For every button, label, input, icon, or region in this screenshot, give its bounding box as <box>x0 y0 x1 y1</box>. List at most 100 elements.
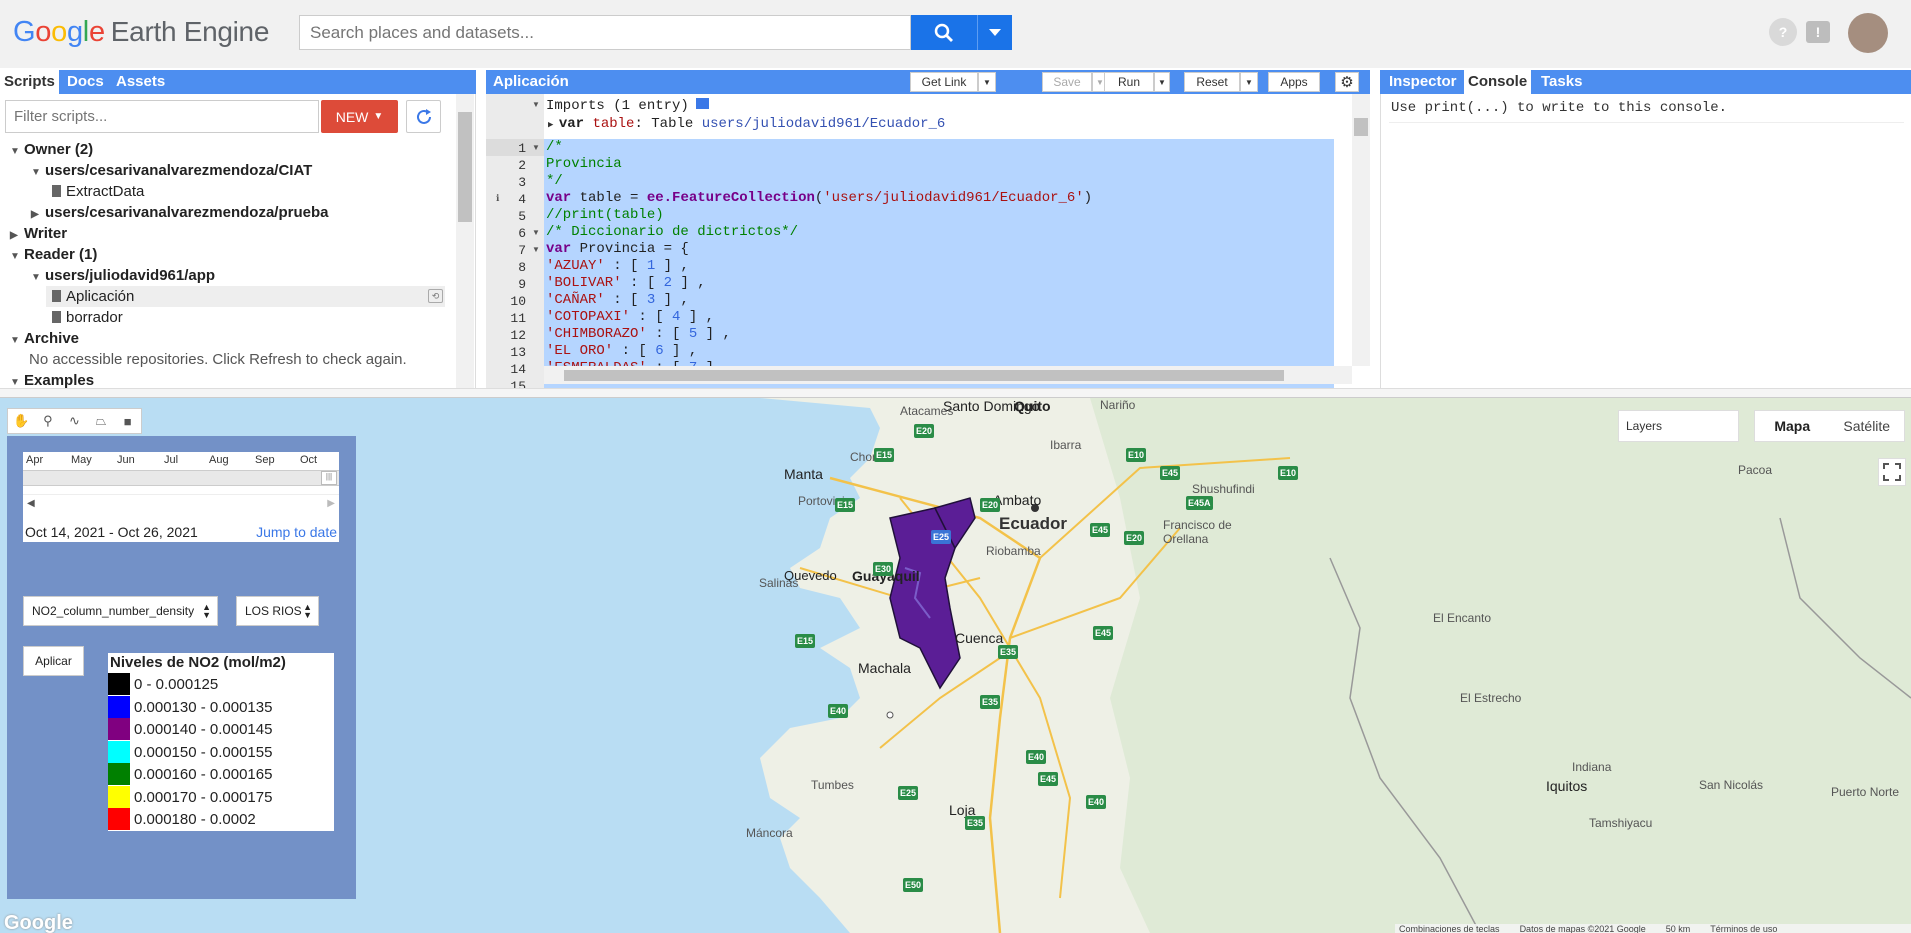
fold-icon[interactable]: ▼ <box>532 245 540 254</box>
jump-to-date-link[interactable]: Jump to date <box>256 524 337 540</box>
map-type-satellite[interactable]: Satélite <box>1830 411 1905 441</box>
search-button[interactable] <box>911 15 977 50</box>
save-button[interactable]: Save <box>1042 72 1092 92</box>
tree-owner[interactable]: ▼ Owner (2) <box>10 139 93 160</box>
fold-icon[interactable]: ▼ <box>532 228 540 237</box>
code-line[interactable]: */ <box>546 173 563 189</box>
caret-down-icon: ▼ <box>1158 77 1166 87</box>
code-line[interactable]: 'COTOPAXI' : [ 4 ] , <box>546 309 714 325</box>
date-slider[interactable]: Apr May Jun Jul Aug Sep Oct ||| ◀ ▶ Oct … <box>23 452 339 542</box>
avatar[interactable] <box>1848 13 1888 53</box>
tab-assets[interactable]: Assets <box>112 70 169 94</box>
filter-scripts-input[interactable] <box>5 100 319 133</box>
code-line[interactable]: var Provincia = { <box>546 241 689 257</box>
map-label-ibarra: Ibarra <box>1050 438 1082 452</box>
tree-file-extractdata[interactable]: ExtractData <box>52 181 144 202</box>
band-select[interactable]: NO2_column_number_density ▲ ▼ <box>23 596 218 626</box>
editor-vertical-scrollbar[interactable] <box>1352 94 1370 366</box>
tree-reader[interactable]: ▼ Reader (1) <box>10 244 97 265</box>
code-line[interactable]: Provincia <box>546 156 622 172</box>
editor-horizontal-scrollbar[interactable] <box>544 366 1352 384</box>
settings-button[interactable]: ⚙ <box>1335 72 1359 92</box>
apps-button[interactable]: Apps <box>1268 72 1320 92</box>
highway-marker: E25 <box>931 530 952 544</box>
new-script-button[interactable]: NEW ▼ <box>321 100 398 133</box>
get-link-button[interactable]: Get Link <box>910 72 978 92</box>
province-select[interactable]: LOS RIOS ▲ ▼ <box>236 596 319 626</box>
run-button[interactable]: Run <box>1104 72 1154 92</box>
scrollbar-thumb[interactable] <box>1354 118 1368 136</box>
code-editor[interactable]: Imports (1 entry) ▼ ▶ var table: Table u… <box>486 94 1370 388</box>
history-icon[interactable]: ⟲ <box>428 289 443 303</box>
imports-header[interactable]: Imports (1 entry) <box>546 98 709 114</box>
terms-link[interactable]: Términos de uso <box>1710 924 1777 933</box>
apply-button[interactable]: Aplicar <box>23 646 84 676</box>
fullscreen-button[interactable] <box>1878 458 1906 486</box>
search-dropdown-button[interactable] <box>977 15 1012 50</box>
timeline-scroll-left[interactable]: ◀ <box>27 498 35 509</box>
pan-hand-icon[interactable]: ✋ <box>8 409 35 433</box>
feedback-icon[interactable]: ! <box>1806 21 1830 43</box>
code-line[interactable]: //print(table) <box>546 207 664 223</box>
scrollbar-thumb[interactable] <box>564 370 1284 381</box>
scrollbar-thumb[interactable] <box>458 112 472 222</box>
code-line[interactable]: 'BOLIVAR' : [ 2 ] , <box>546 275 706 291</box>
search-input[interactable] <box>300 16 910 49</box>
tree-repo-app[interactable]: ▼ users/juliodavid961/app <box>31 265 215 286</box>
tree-file-aplicacion[interactable]: Aplicación ⟲ <box>46 286 445 307</box>
code-line[interactable]: 'AZUAY' : [ 1 ] , <box>546 258 689 274</box>
refresh-button[interactable] <box>406 100 441 133</box>
line-icon[interactable]: ∿ <box>61 409 88 433</box>
highway-marker: E35 <box>965 816 986 830</box>
timeline-handle[interactable]: ||| <box>321 471 337 485</box>
tree-archive[interactable]: ▼ Archive <box>10 328 79 349</box>
marker-icon[interactable]: ⚲ <box>35 409 62 433</box>
reset-dropdown[interactable]: ▼ <box>1240 72 1258 92</box>
panel-splitter[interactable] <box>0 388 1911 398</box>
layers-button[interactable]: Layers <box>1618 410 1739 442</box>
code-line[interactable]: /* Diccionario de dictrictos*/ <box>546 224 798 240</box>
map-type-map[interactable]: Mapa <box>1755 411 1830 441</box>
caret-down-icon: ▼ <box>1245 77 1253 87</box>
reset-button[interactable]: Reset <box>1184 72 1240 92</box>
timeline-scroll-right[interactable]: ▶ <box>327 498 335 509</box>
tree-writer[interactable]: ▶ Writer <box>10 223 67 244</box>
code-line[interactable]: /* <box>546 139 563 155</box>
keyboard-shortcuts-link[interactable]: Combinaciones de teclas <box>1399 924 1500 933</box>
timeline-track[interactable] <box>23 470 339 486</box>
tab-inspector[interactable]: Inspector <box>1385 70 1461 94</box>
tab-console[interactable]: Console <box>1464 70 1532 94</box>
code-line[interactable]: 'EL ORO' : [ 6 ] , <box>546 343 697 359</box>
caret-down-icon <box>989 28 1001 36</box>
scripts-scrollbar[interactable] <box>456 94 474 388</box>
highway-marker: E10 <box>1278 466 1299 480</box>
search-box[interactable] <box>299 15 911 50</box>
tree-file-borrador[interactable]: borrador <box>52 307 123 328</box>
console-message: Use print(...) to write to this console. <box>1391 100 1728 116</box>
map-view[interactable]: Ecuador Quito Guayaquil Cuenca Santo Dom… <box>0 398 1911 933</box>
imports-doc-icon[interactable] <box>695 98 709 109</box>
legend-item: 0.000130 - 0.000135 <box>108 696 272 718</box>
collapse-icon[interactable]: ▼ <box>532 100 540 109</box>
fold-icon[interactable]: ▼ <box>532 143 540 152</box>
run-dropdown[interactable]: ▼ <box>1154 72 1170 92</box>
timeline-month: May <box>71 454 92 466</box>
get-link-dropdown[interactable]: ▼ <box>978 72 996 92</box>
rectangle-icon[interactable]: ■ <box>114 409 141 433</box>
map-label-salinas: Salinas <box>759 576 799 590</box>
polygon-icon[interactable]: ⏢ <box>88 409 115 433</box>
line-number: 9 <box>518 277 526 292</box>
tree-repo-prueba[interactable]: ▶ users/cesarivanalvarezmendoza/prueba <box>31 202 328 223</box>
tab-tasks[interactable]: Tasks <box>1537 70 1586 94</box>
help-icon[interactable]: ? <box>1769 18 1797 46</box>
tab-scripts[interactable]: Scripts <box>0 70 59 94</box>
tree-repo-ciat[interactable]: ▼ users/cesarivanalvarezmendoza/CIAT <box>31 160 312 181</box>
tab-docs[interactable]: Docs <box>63 70 108 94</box>
code-line[interactable]: 'CAÑAR' : [ 3 ] , <box>546 292 689 308</box>
import-entry[interactable]: ▶ var table: Table users/juliodavid961/E… <box>548 116 945 132</box>
timeline-month: Jun <box>117 454 135 466</box>
code-line[interactable]: var table = ee.FeatureCollection('users/… <box>546 190 1092 206</box>
map-label-santo-domingo: Santo Domingo <box>943 398 1040 414</box>
code-line[interactable]: 'CHIMBORAZO' : [ 5 ] , <box>546 326 731 342</box>
app-logo[interactable]: Google Earth Engine <box>13 16 269 49</box>
